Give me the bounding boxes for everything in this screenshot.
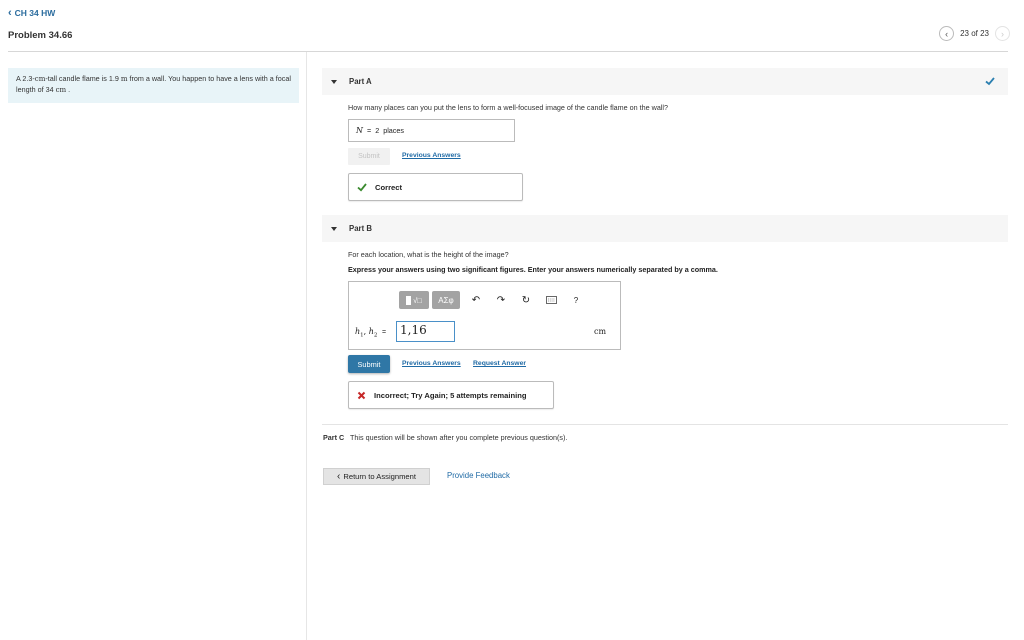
problem-statement: A 2.3-cm-tall candle flame is 1.9 m from…	[8, 68, 299, 103]
feedback-text: Correct	[375, 182, 403, 192]
math-toolbar: √□ ΑΣφ ↶ ↷ ↻ ?	[399, 291, 585, 309]
previous-problem-button[interactable]: ‹	[939, 26, 955, 41]
templates-label: √□	[413, 295, 422, 305]
unit-label: cm	[594, 327, 607, 336]
equals-sign: =	[367, 126, 372, 135]
variable-h1-h2-label: h1, h2 =	[355, 327, 386, 339]
part-b-previous-answers-link[interactable]: Previous Answers	[402, 360, 461, 367]
math-answer-editor: √□ ΑΣφ ↶ ↷ ↻ ? h1, h2 = 1,16 cm	[348, 281, 621, 350]
back-to-chapter-link[interactable]: ‹ CH 34 HW	[8, 7, 56, 19]
provide-feedback-link[interactable]: Provide Feedback	[447, 471, 510, 480]
next-problem-button[interactable]: ›	[995, 26, 1010, 41]
red-x-icon	[357, 391, 366, 399]
greek-label: ΑΣφ	[438, 295, 454, 305]
return-label: Return to Assignment	[343, 472, 416, 481]
header-divider	[8, 51, 1008, 52]
variable-n: N	[356, 126, 363, 135]
chevron-left-icon: ‹	[945, 28, 949, 39]
part-c-divider	[322, 424, 1008, 425]
help-icon[interactable]: ?	[567, 291, 585, 309]
back-link-label: CH 34 HW	[14, 8, 56, 18]
problem-text: .	[66, 84, 71, 94]
templates-button[interactable]: √□	[399, 291, 429, 309]
collapse-triangle-icon	[331, 79, 337, 84]
pager: ‹ 23 of 23 ›	[939, 26, 1010, 41]
pager-text: 23 of 23	[960, 29, 989, 38]
part-b-title: Part B	[349, 224, 372, 233]
template-box-icon	[406, 295, 412, 305]
unit-m: m	[120, 75, 128, 83]
part-a-previous-answers-link[interactable]: Previous Answers	[402, 152, 461, 159]
problem-text: -tall candle flame is 1.9	[45, 74, 121, 83]
green-check-icon	[357, 183, 367, 192]
subscript-2: 2	[373, 332, 378, 339]
unit-cm: cm	[55, 85, 67, 94]
redo-icon[interactable]: ↷	[492, 291, 510, 309]
return-to-assignment-button[interactable]: ‹ Return to Assignment	[323, 468, 430, 485]
part-b-feedback-incorrect: Incorrect; Try Again; 5 attempts remaini…	[348, 381, 554, 409]
undo-icon[interactable]: ↶	[467, 291, 485, 309]
feedback-text: Incorrect; Try Again; 5 attempts remaini…	[374, 390, 527, 400]
part-a-answer-field[interactable]: N = 2 places	[348, 119, 515, 142]
problem-title: Problem 34.66	[8, 30, 73, 41]
part-b-header[interactable]: Part B	[322, 215, 1008, 242]
part-a-header[interactable]: Part A	[322, 68, 1008, 95]
chevron-left-icon: ‹	[8, 7, 12, 19]
answer-value: 2	[375, 126, 380, 135]
part-b-question: For each location, what is the height of…	[348, 250, 509, 259]
part-a-title: Part A	[349, 77, 372, 86]
part-c-label: Part C	[323, 433, 345, 442]
part-c-text: This question will be shown after you co…	[350, 433, 568, 442]
problem-text: A 2.3-	[16, 74, 35, 83]
column-divider	[306, 52, 307, 640]
part-c-locked: Part C This question will be shown after…	[323, 433, 567, 442]
part-a-feedback-correct: Correct	[348, 173, 523, 201]
completed-check-icon	[985, 77, 995, 86]
unit-cm: cm	[34, 75, 46, 83]
answer-unit: places	[383, 126, 404, 135]
h1-h2-input[interactable]: 1,16	[396, 321, 455, 342]
request-answer-link[interactable]: Request Answer	[473, 360, 526, 367]
part-a-submit-button[interactable]: Submit	[348, 148, 390, 165]
part-b-instruction: Express your answers using two significa…	[348, 265, 718, 274]
chevron-right-icon: ›	[1001, 28, 1004, 39]
part-b-submit-button[interactable]: Submit	[348, 355, 390, 373]
reset-icon[interactable]: ↻	[517, 291, 535, 309]
greek-symbols-button[interactable]: ΑΣφ	[432, 291, 460, 309]
collapse-triangle-icon	[331, 226, 337, 231]
equals-sign: =	[381, 329, 387, 336]
keyboard-icon[interactable]	[542, 291, 560, 309]
chevron-left-icon: ‹	[337, 470, 341, 482]
part-a-question: How many places can you put the lens to …	[348, 103, 669, 112]
